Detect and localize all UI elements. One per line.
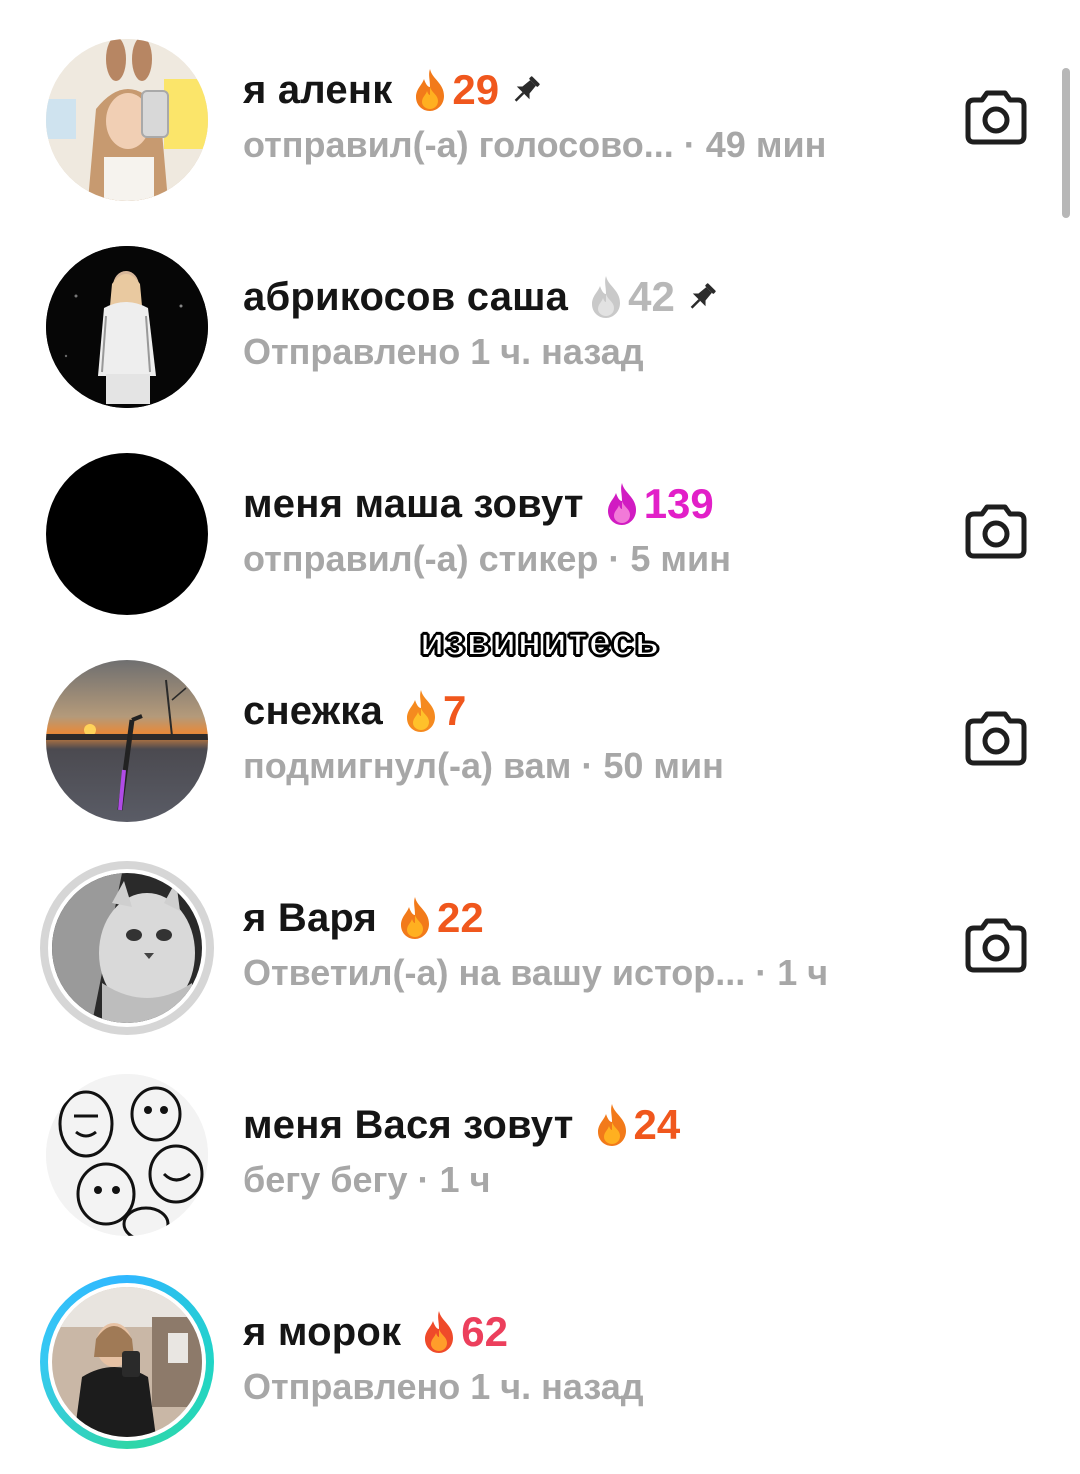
flame-icon (425, 1311, 454, 1353)
contact-name: я Варя (243, 895, 378, 940)
contact-name: меня Вася зовут (243, 1102, 574, 1147)
chat-subtitle: Отправлено 1 ч. назад (243, 331, 644, 372)
streak-badge: 29 (410, 66, 543, 114)
contact-name: меня маша зовут (243, 481, 584, 526)
flame-icon (406, 690, 435, 732)
streak-badge: 42 (586, 273, 719, 321)
streak-count: 24 (633, 1101, 681, 1148)
streak-count: 29 (452, 66, 500, 113)
overlay-caption: извинитесь (419, 619, 661, 665)
chat-subtitle: подмигнул(-а) вам · 50 мин (243, 745, 724, 786)
chat-subtitle: отправил(-а) голосово... · 49 мин (243, 124, 827, 165)
scrollbar[interactable] (1062, 68, 1070, 218)
chat-subtitle: Отправлено 1 ч. назад (243, 1366, 644, 1407)
camera-icon[interactable] (962, 500, 1030, 564)
chat-row[interactable]: меня маша зовут 139 отправил(-а) стикер … (0, 414, 1080, 615)
camera-icon[interactable] (962, 914, 1030, 978)
contact-name: я морок (243, 1309, 402, 1354)
chat-title-line: снежка 7 (243, 683, 466, 739)
chat-title-line: меня маша зовут 139 (243, 476, 714, 532)
avatar-photo (52, 873, 202, 1023)
flame-icon (597, 1104, 626, 1146)
streak-badge: 7 (401, 687, 466, 735)
avatar-photo (46, 246, 208, 408)
avatar-photo (46, 1074, 208, 1236)
chat-row[interactable]: я морок 62 Отправлено 1 ч. назад (0, 1242, 1080, 1449)
chat-title-line: я морок 62 (243, 1304, 508, 1360)
flame-icon (401, 897, 430, 939)
avatar[interactable] (40, 654, 214, 828)
avatar-photo (52, 1287, 202, 1437)
streak-badge: 62 (419, 1308, 508, 1356)
chat-title-line: я Варя 22 (243, 890, 484, 946)
chat-subtitle: бегу бегу · 1 ч (243, 1159, 491, 1200)
chat-title-line: абрикосов саша 42 (243, 269, 719, 325)
chat-title-line: я аленк 29 (243, 62, 543, 118)
chat-list: я аленк 29 отправил(-а) голосово... · 49… (0, 0, 1080, 1474)
avatar[interactable] (40, 33, 214, 207)
chat-subtitle: отправил(-а) стикер · 5 мин (243, 538, 731, 579)
streak-count: 139 (643, 480, 714, 527)
camera-icon[interactable] (962, 707, 1030, 771)
chat-row[interactable]: меня Вася зовут 24 бегу бегу · 1 ч (0, 1035, 1080, 1236)
flame-icon (592, 276, 621, 318)
avatar[interactable] (40, 240, 214, 414)
contact-name: снежка (243, 688, 383, 733)
camera-icon[interactable] (962, 86, 1030, 150)
chat-title-line: меня Вася зовут 24 (243, 1097, 680, 1153)
flame-icon (416, 69, 445, 111)
avatar[interactable] (40, 1275, 214, 1449)
chat-row[interactable]: я Варя 22 Ответил(-а) на вашу истор... ·… (0, 828, 1080, 1035)
avatar-photo (46, 660, 208, 822)
avatar[interactable] (40, 1068, 214, 1242)
streak-count: 62 (461, 1308, 508, 1355)
contact-name: абрикосов саша (243, 274, 569, 319)
streak-count: 42 (628, 273, 675, 320)
avatar[interactable] (40, 861, 214, 1035)
chat-row[interactable]: я аленк 29 отправил(-а) голосово... · 49… (0, 0, 1080, 201)
contact-name: я аленк (243, 67, 393, 112)
streak-count: 7 (442, 687, 467, 734)
streak-badge: 24 (592, 1101, 681, 1149)
pin-icon (514, 76, 540, 102)
avatar-photo (46, 453, 208, 615)
avatar[interactable] (40, 447, 214, 621)
streak-badge: 139 (602, 480, 714, 528)
avatar-photo (46, 39, 208, 201)
chat-subtitle: Ответил(-а) на вашу истор... · 1 ч (243, 952, 829, 993)
streak-badge: 22 (395, 894, 484, 942)
flame-icon (607, 483, 636, 525)
streak-count: 22 (437, 894, 484, 941)
pin-icon (690, 283, 716, 309)
chat-row[interactable]: абрикосов саша 42 Отправлено 1 ч. назад (0, 207, 1080, 408)
